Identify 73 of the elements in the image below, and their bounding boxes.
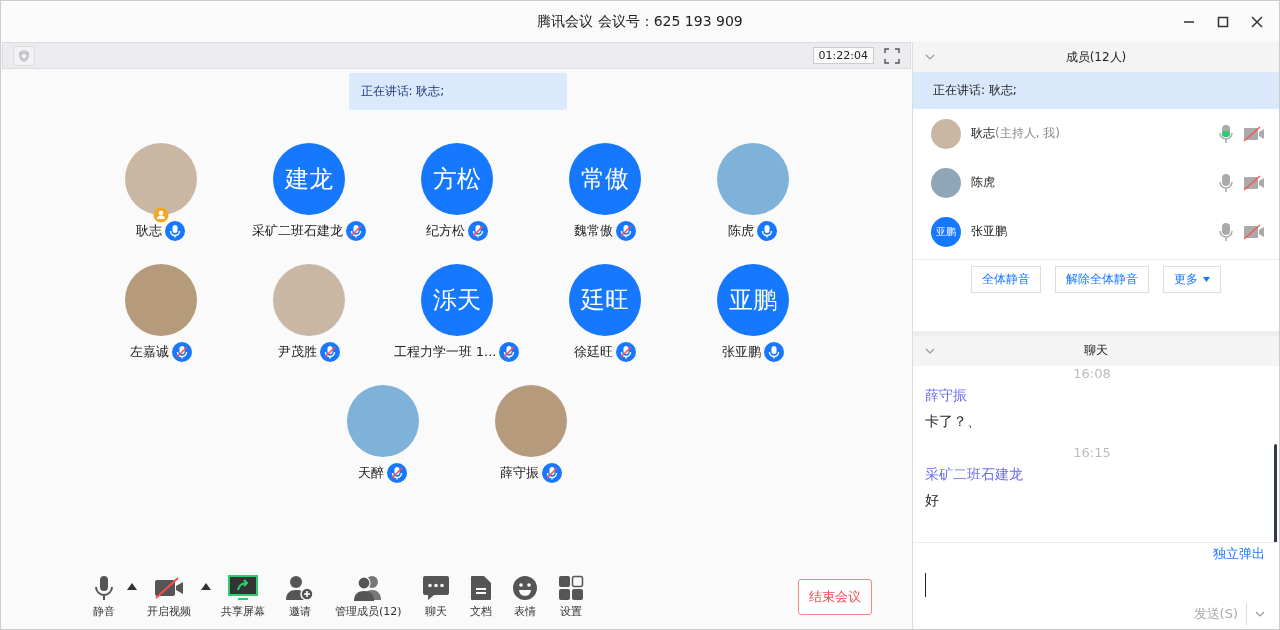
- message-sender: 采矿二班石建龙: [925, 465, 1023, 482]
- members-action-button[interactable]: 解除全体静音: [1055, 266, 1149, 293]
- speaking-banner: 正在讲话: 耿志;: [348, 73, 567, 110]
- participant-name: 徐廷旺: [573, 343, 613, 361]
- settings-icon: [557, 575, 584, 601]
- panel-title: 成员(12人): [1065, 48, 1127, 66]
- smiley-icon: [511, 575, 538, 601]
- chevron-down-icon[interactable]: [1255, 611, 1265, 617]
- participant-name: 采矿二班石建龙: [251, 222, 343, 240]
- microphone-icon[interactable]: [1219, 221, 1233, 242]
- avatar: 泺天: [420, 264, 493, 336]
- participant-name: 薛守振: [499, 464, 539, 482]
- avatar: 亚鹏: [931, 216, 961, 247]
- maximize-icon[interactable]: [1217, 16, 1229, 28]
- participant-name: 魏常傲: [573, 222, 613, 240]
- add-person-icon: [285, 575, 315, 601]
- toolbar-button[interactable]: 静音: [81, 575, 127, 619]
- toolbar-button[interactable]: 文档: [459, 575, 502, 619]
- chat-icon: [421, 575, 450, 601]
- member-name: 张亚鹏: [971, 223, 1007, 240]
- participant-name: 耿志: [136, 222, 162, 240]
- caret-icon[interactable]: [201, 583, 211, 590]
- participant-name: 尹茂胜: [277, 343, 317, 361]
- message-time: 16:15: [1073, 444, 1111, 460]
- participant-name: 纪方松: [425, 222, 465, 240]
- avatar: 方松: [420, 143, 493, 215]
- popout-link[interactable]: 独立弹出: [1213, 545, 1265, 563]
- toolbar-button[interactable]: 设置: [547, 575, 594, 619]
- fullscreen-icon[interactable]: [884, 47, 900, 64]
- video-off-icon: [154, 575, 184, 601]
- participant-name: 左嘉诚: [129, 343, 169, 361]
- participant-name: 工程力学一班 1...: [393, 343, 497, 361]
- document-icon: [469, 575, 492, 601]
- members-action-button[interactable]: 更多: [1163, 266, 1221, 293]
- participant-name: 张亚鹏: [721, 343, 761, 361]
- microphone-icon[interactable]: [1219, 123, 1233, 144]
- caret-icon: [1203, 277, 1210, 282]
- chevron-down-icon[interactable]: [925, 54, 935, 60]
- toolbar-button[interactable]: 共享屏幕: [211, 575, 275, 619]
- avatar-photo-placeholder: [931, 167, 961, 198]
- toolbar-button[interactable]: 管理成员(12): [325, 575, 412, 619]
- toolbar-button[interactable]: 聊天: [411, 575, 460, 619]
- avatar: 建龙: [272, 143, 345, 215]
- video-off-icon[interactable]: [1243, 223, 1265, 240]
- message-sender: 薛守振: [925, 386, 967, 403]
- member-name: 陈虎: [971, 174, 995, 191]
- end-meeting-button[interactable]: 结束会议: [798, 579, 872, 615]
- message-time: 16:08: [1073, 365, 1111, 381]
- toolbar-button[interactable]: 表情: [501, 575, 548, 619]
- members-action-button[interactable]: 全体静音: [971, 266, 1041, 293]
- speaking-banner: 正在讲话: 耿志;: [913, 72, 1279, 109]
- meeting-timer: 01:22:04: [812, 47, 874, 64]
- avatar: 常傲: [568, 143, 641, 215]
- panel-title: 聊天: [1084, 342, 1108, 360]
- member-name: 耿志(主持人, 我): [971, 125, 1060, 142]
- participant-name: 天醉: [358, 464, 384, 482]
- toolbar-button[interactable]: 邀请: [275, 575, 325, 619]
- message-text: 卡了？、: [925, 412, 981, 429]
- avatar: 廷旺: [568, 264, 641, 336]
- participant-name: 陈虎: [728, 222, 754, 240]
- message-text: 好: [925, 491, 939, 508]
- microphone-icon[interactable]: [1219, 172, 1233, 193]
- scrollbar[interactable]: [1274, 443, 1277, 542]
- caret-icon[interactable]: [127, 583, 137, 590]
- screen-share-icon: [228, 575, 258, 601]
- avatar: 亚鹏: [716, 264, 789, 336]
- chevron-down-icon[interactable]: [925, 348, 935, 354]
- video-off-icon[interactable]: [1243, 174, 1265, 191]
- window-title: 腾讯会议 会议号：625 193 909: [537, 12, 743, 31]
- toolbar-button[interactable]: 开启视频: [137, 575, 201, 619]
- video-off-icon[interactable]: [1243, 125, 1265, 142]
- avatar-photo-placeholder: [931, 118, 961, 149]
- close-icon[interactable]: [1251, 16, 1263, 28]
